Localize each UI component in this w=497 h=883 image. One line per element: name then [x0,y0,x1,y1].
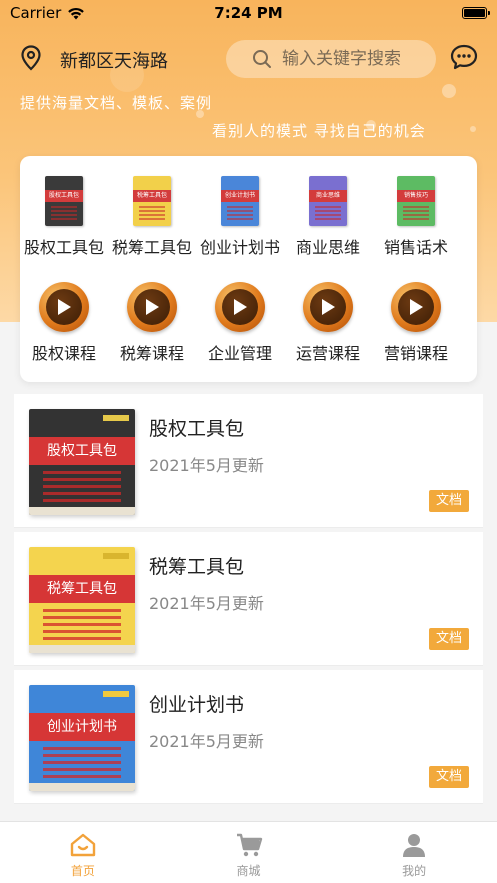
item-date: 2021年5月更新 [149,732,264,751]
category-business-thinking[interactable]: 商业思维 商业思维 [282,176,374,258]
item-date: 2021年5月更新 [149,594,264,613]
top-bar: 新都区天海路 [0,36,497,80]
book-cover-icon: 商业思维 [309,176,347,226]
doc-badge: 文档 [429,490,469,512]
home-icon [70,833,96,857]
doc-badge: 文档 [429,628,469,650]
search-bar[interactable] [226,40,436,78]
book-cover-image: 税筹工具包 [29,547,135,653]
list-item[interactable]: 创业计划书 创业计划书 2021年5月更新 文档 [14,670,483,804]
category-equity-course[interactable]: 股权课程 [18,282,110,364]
category-tax-toolkit[interactable]: 税筹工具包 税筹工具包 [106,176,198,258]
category-equity-toolkit[interactable]: 股权工具包 股权工具包 [18,176,110,258]
tagline-secondary: 看别人的模式 寻找自己的机会 [212,122,426,140]
category-tax-course[interactable]: 税筹课程 [106,282,198,364]
item-date: 2021年5月更新 [149,456,264,475]
play-icon [391,282,441,332]
bottom-tab-bar: 首页 商城 我的 [0,821,497,883]
decor-bubble [442,84,456,98]
play-icon [39,282,89,332]
tagline-primary: 提供海量文档、模板、案例 [20,94,213,112]
location-label[interactable]: 新都区天海路 [60,47,168,73]
tab-label: 我的 [402,864,427,878]
status-bar: Carrier 7:24 PM [0,0,497,26]
play-icon [303,282,353,332]
doc-badge: 文档 [429,766,469,788]
cart-icon [236,833,262,857]
item-title: 税筹工具包 [149,556,245,578]
book-cover-icon: 税筹工具包 [133,176,171,226]
play-icon [127,282,177,332]
book-cover-icon: 销售技巧 [397,176,435,226]
category-marketing-course[interactable]: 营销课程 [370,282,462,364]
book-cover-image: 股权工具包 [29,409,135,515]
decor-bubble [470,126,476,132]
carrier-label: Carrier [10,4,62,22]
user-icon [403,834,426,857]
category-operations-course[interactable]: 运营课程 [282,282,374,364]
message-icon[interactable] [450,44,478,70]
tab-label: 商城 [236,864,261,878]
wifi-icon [68,7,85,19]
tab-shop[interactable]: 商城 [166,822,332,883]
category-business-plan[interactable]: 创业计划书 创业计划书 [194,176,286,258]
book-cover-image: 创业计划书 [29,685,135,791]
book-cover-icon: 股权工具包 [45,176,83,226]
book-cover-icon: 创业计划书 [221,176,259,226]
category-sales-script[interactable]: 销售技巧 销售话术 [370,176,462,258]
tab-home[interactable]: 首页 [0,822,166,883]
tab-profile[interactable]: 我的 [331,822,497,883]
list-item[interactable]: 股权工具包 股权工具包 2021年5月更新 文档 [14,394,483,528]
clock: 7:24 PM [214,4,283,22]
list-item[interactable]: 税筹工具包 税筹工具包 2021年5月更新 文档 [14,532,483,666]
item-title: 股权工具包 [149,418,245,440]
search-icon [253,50,271,68]
tab-label: 首页 [70,864,95,878]
item-title: 创业计划书 [149,694,245,716]
play-icon [215,282,265,332]
search-input[interactable] [282,49,432,69]
battery-icon [461,7,490,19]
location-pin-icon[interactable] [20,45,42,71]
category-grid: 股权工具包 股权工具包 税筹工具包 税筹工具包 创业计划书 创业计划书 商业思维… [20,156,477,382]
category-management[interactable]: 企业管理 [194,282,286,364]
